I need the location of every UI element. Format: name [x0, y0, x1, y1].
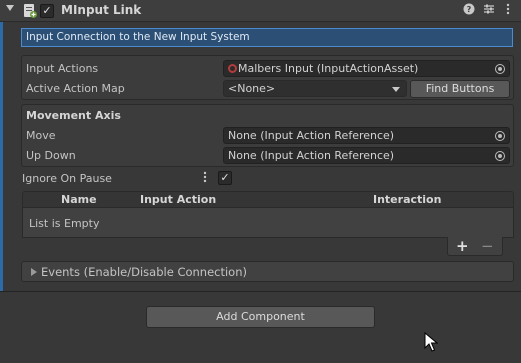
- move-field[interactable]: None (Input Action Reference): [223, 127, 510, 144]
- list-body: List is Empty: [22, 208, 514, 238]
- input-actions-label: Input Actions: [26, 62, 99, 75]
- active-action-map-dropdown[interactable]: <None>: [223, 80, 407, 97]
- move-label: Move: [26, 129, 56, 142]
- object-picker-icon[interactable]: [495, 131, 505, 141]
- input-actions-value: Malbers Input (InputActionAsset): [238, 62, 419, 75]
- movement-axis-title: Movement Axis: [26, 109, 121, 122]
- ignore-on-pause-label: Ignore On Pause: [22, 172, 112, 185]
- script-icon: [24, 4, 37, 18]
- up-down-field[interactable]: None (Input Action Reference): [223, 147, 510, 164]
- svg-text:?: ?: [467, 5, 472, 14]
- add-component-button[interactable]: Add Component: [146, 306, 375, 328]
- list-header: Name Input Action Interaction: [22, 191, 514, 208]
- active-action-map-value: <None>: [228, 82, 276, 95]
- column-input-action: Input Action: [140, 193, 217, 206]
- events-foldout[interactable]: Events (Enable/Disable Connection): [21, 261, 514, 282]
- component-header: ✓ MInput Link ?: [0, 0, 521, 22]
- inspector-divider: [0, 291, 521, 292]
- object-picker-icon[interactable]: [495, 64, 505, 74]
- remove-item-button[interactable]: −: [481, 237, 494, 255]
- preset-icon[interactable]: [482, 3, 496, 17]
- input-actions-field[interactable]: Malbers Input (InputActionAsset): [223, 60, 510, 77]
- chevron-right-icon: [31, 268, 37, 276]
- description-box: Input Connection to the New Input System: [21, 28, 513, 47]
- list-empty-text: List is Empty: [29, 217, 100, 230]
- up-down-value: None (Input Action Reference): [228, 149, 395, 162]
- move-value: None (Input Action Reference): [228, 129, 395, 142]
- object-picker-icon[interactable]: [495, 151, 505, 161]
- active-action-map-label: Active Action Map: [26, 82, 125, 95]
- chevron-down-icon: [392, 87, 400, 92]
- help-icon[interactable]: ?: [462, 3, 476, 17]
- ignore-on-pause-checkbox[interactable]: ✓: [218, 171, 232, 185]
- context-menu-icon[interactable]: [501, 3, 515, 17]
- column-interaction: Interaction: [373, 193, 442, 206]
- input-action-asset-icon: [228, 64, 237, 73]
- find-buttons-button[interactable]: Find Buttons: [410, 80, 510, 98]
- component-enabled-checkbox[interactable]: ✓: [40, 4, 54, 18]
- property-menu-icon[interactable]: [200, 170, 210, 184]
- component-accent-bar: [0, 22, 3, 292]
- component-title: MInput Link: [61, 3, 142, 17]
- list-footer: + −: [447, 237, 503, 256]
- up-down-label: Up Down: [26, 149, 76, 162]
- column-name: Name: [61, 193, 97, 206]
- mouse-cursor-icon: [424, 332, 438, 352]
- events-label: Events (Enable/Disable Connection): [41, 265, 247, 279]
- movement-axis-panel: Movement Axis Move None (Input Action Re…: [21, 104, 514, 167]
- foldout-arrow-icon[interactable]: [6, 5, 14, 11]
- add-item-button[interactable]: +: [456, 237, 469, 255]
- input-actions-panel: Input Actions Malbers Input (InputAction…: [21, 55, 514, 100]
